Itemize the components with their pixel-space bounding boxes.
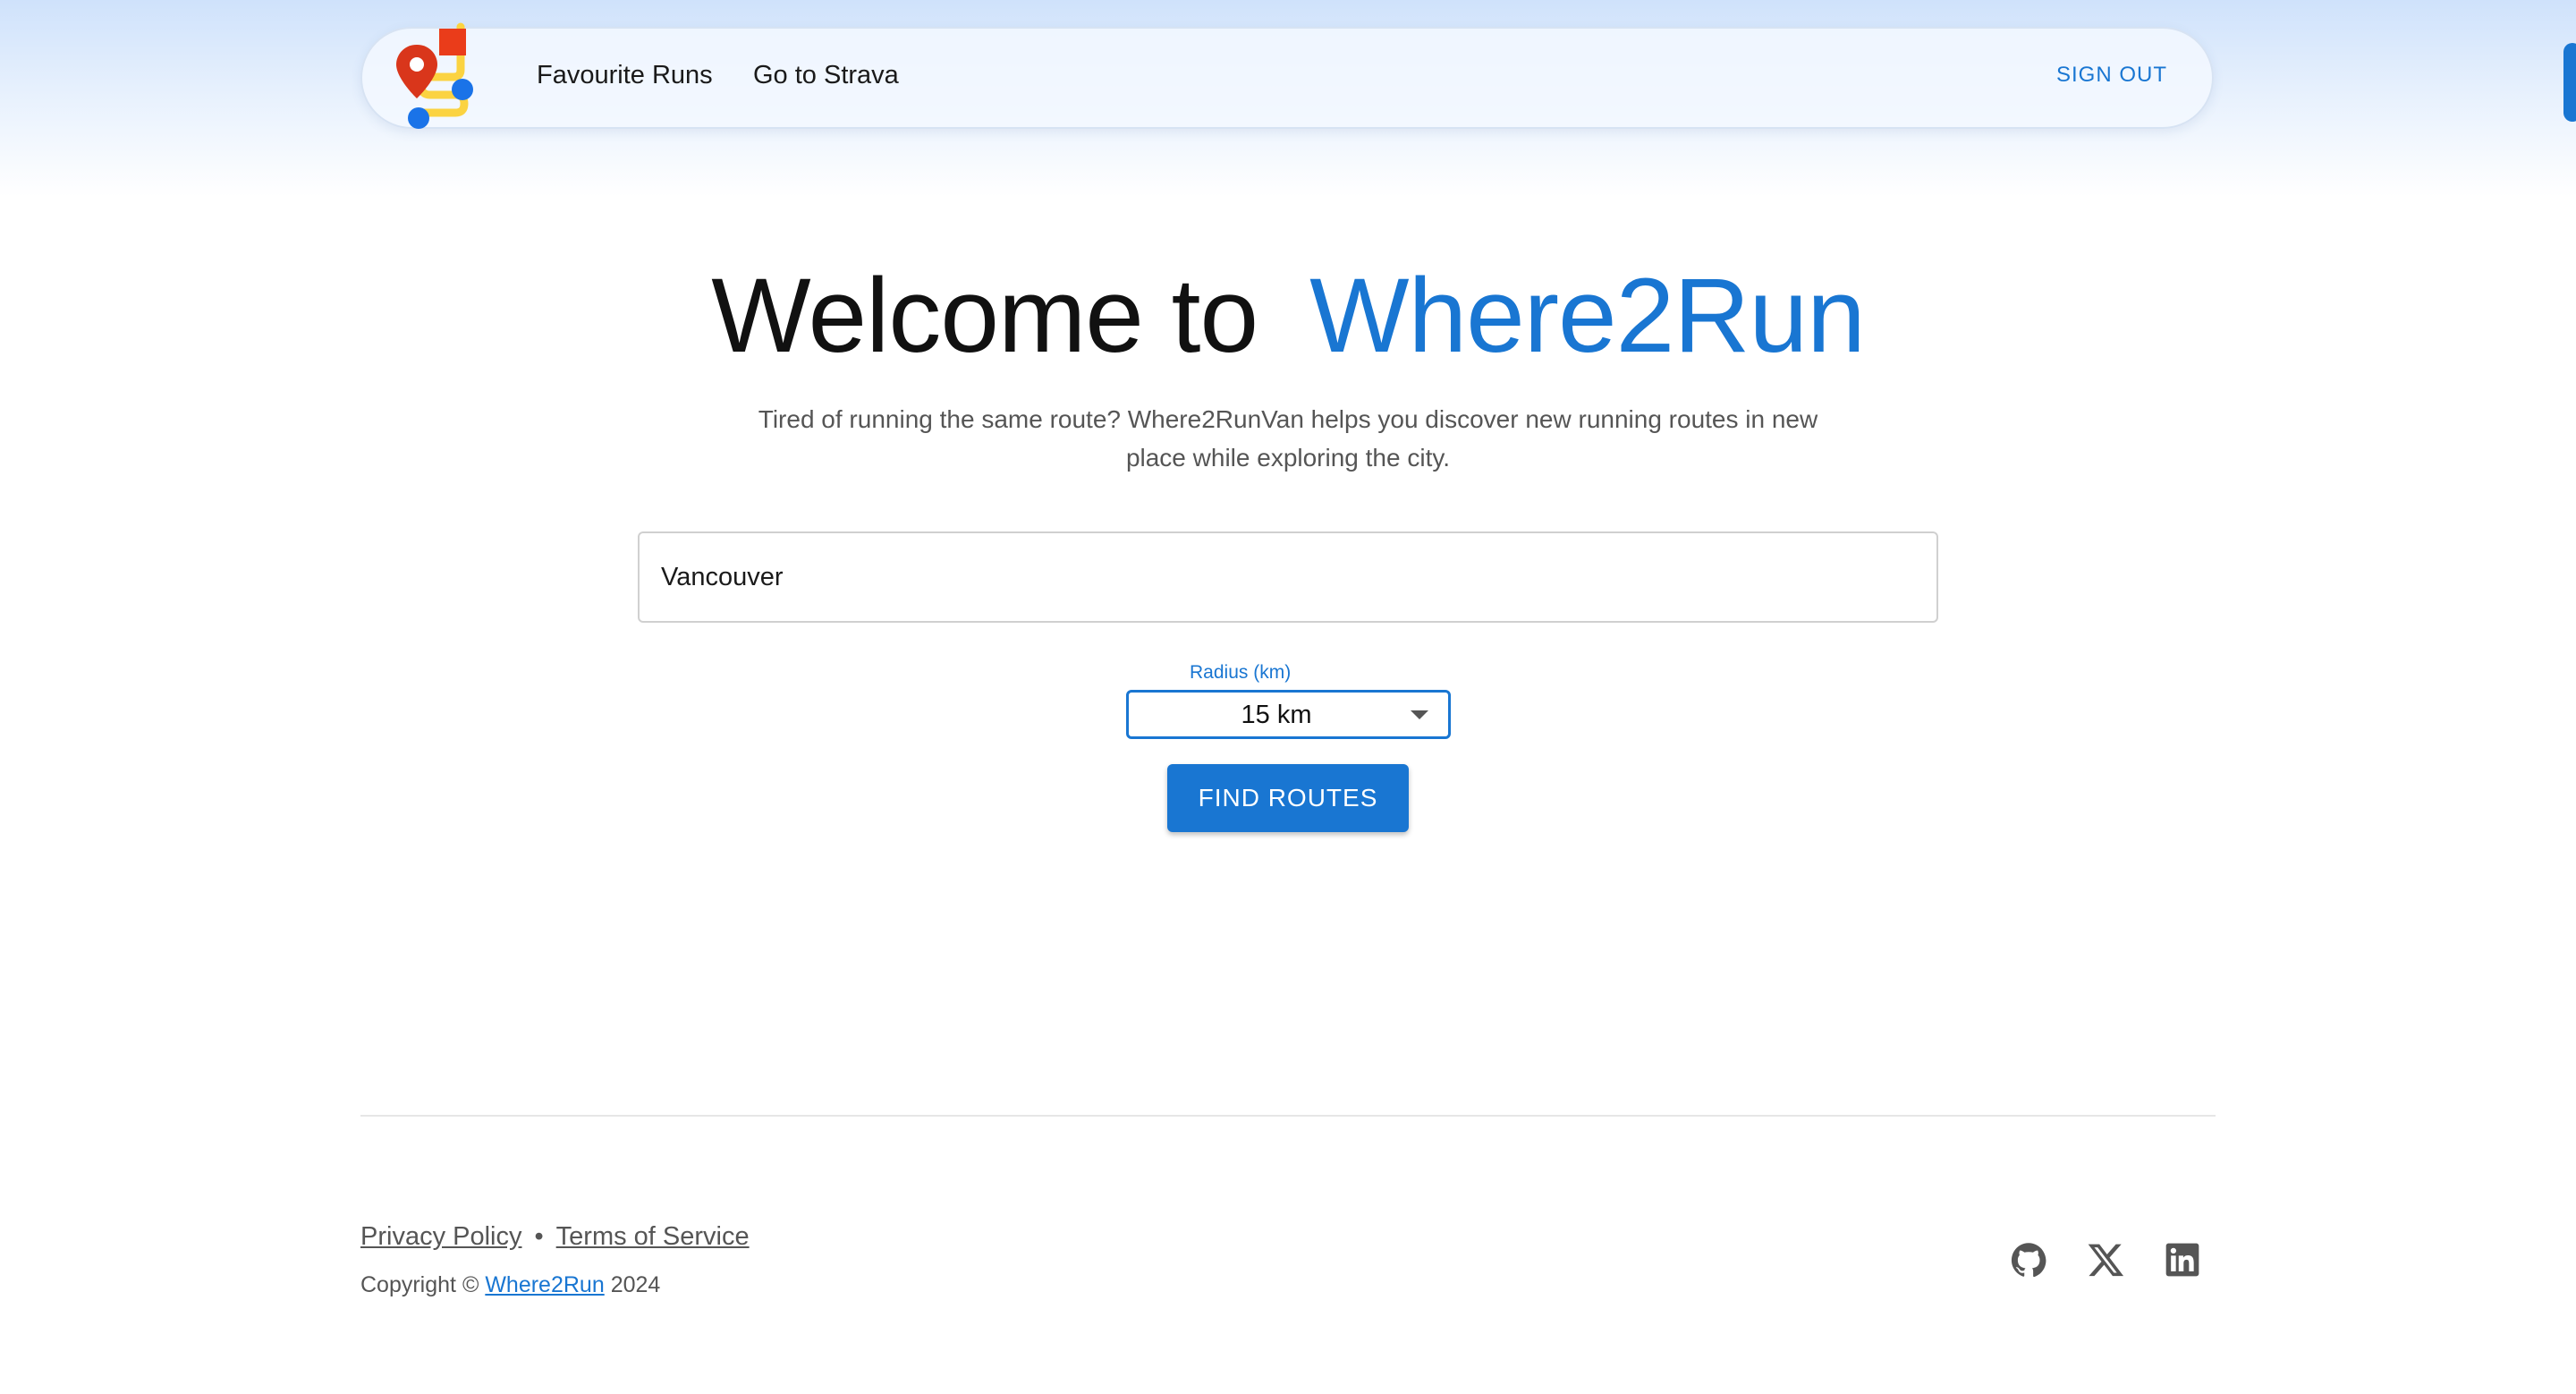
footer-separator: • xyxy=(534,1222,544,1251)
footer-links: Privacy Policy • Terms of Service xyxy=(360,1222,750,1252)
sign-out-button[interactable]: SIGN OUT xyxy=(2056,63,2167,88)
nav-favourite-runs[interactable]: Favourite Runs xyxy=(537,61,713,90)
title-prefix: Welcome to xyxy=(711,257,1258,375)
footer-divider xyxy=(360,1115,2216,1117)
copyright-year: 2024 xyxy=(610,1272,661,1297)
copyright-brand-link[interactable]: Where2Run xyxy=(485,1272,604,1297)
dropdown-arrow-icon xyxy=(1411,710,1428,719)
x-icon[interactable] xyxy=(2087,1240,2126,1279)
privacy-policy-link[interactable]: Privacy Policy xyxy=(360,1222,522,1251)
location-search-field[interactable] xyxy=(638,531,1938,623)
map-route-logo-icon[interactable] xyxy=(387,18,504,134)
copyright-prefix: Copyright © xyxy=(360,1272,479,1297)
radius-label: Radius (km) xyxy=(1186,662,1295,684)
app-header: Favourite Runs Go to Strava SIGN OUT xyxy=(360,22,2214,129)
nav-go-to-strava[interactable]: Go to Strava xyxy=(753,61,899,90)
page-subtitle: Tired of running the same route? Where2R… xyxy=(758,405,1818,472)
linkedin-icon[interactable] xyxy=(2163,1240,2202,1279)
terms-of-service-link[interactable]: Terms of Service xyxy=(556,1222,750,1251)
github-icon[interactable] xyxy=(2009,1240,2048,1279)
title-brand: Where2Run xyxy=(1309,257,1866,375)
find-routes-button[interactable]: FIND ROUTES xyxy=(1167,764,1409,832)
page-title: Welcome to Where2Run xyxy=(0,255,2576,377)
copyright-text: Copyright © Where2Run 2024 xyxy=(360,1272,660,1298)
radius-selected-value: 15 km xyxy=(1241,701,1312,729)
radius-select[interactable]: 15 km xyxy=(1126,690,1451,739)
edge-side-tab[interactable] xyxy=(2563,43,2576,122)
location-search-input[interactable] xyxy=(661,533,1913,621)
